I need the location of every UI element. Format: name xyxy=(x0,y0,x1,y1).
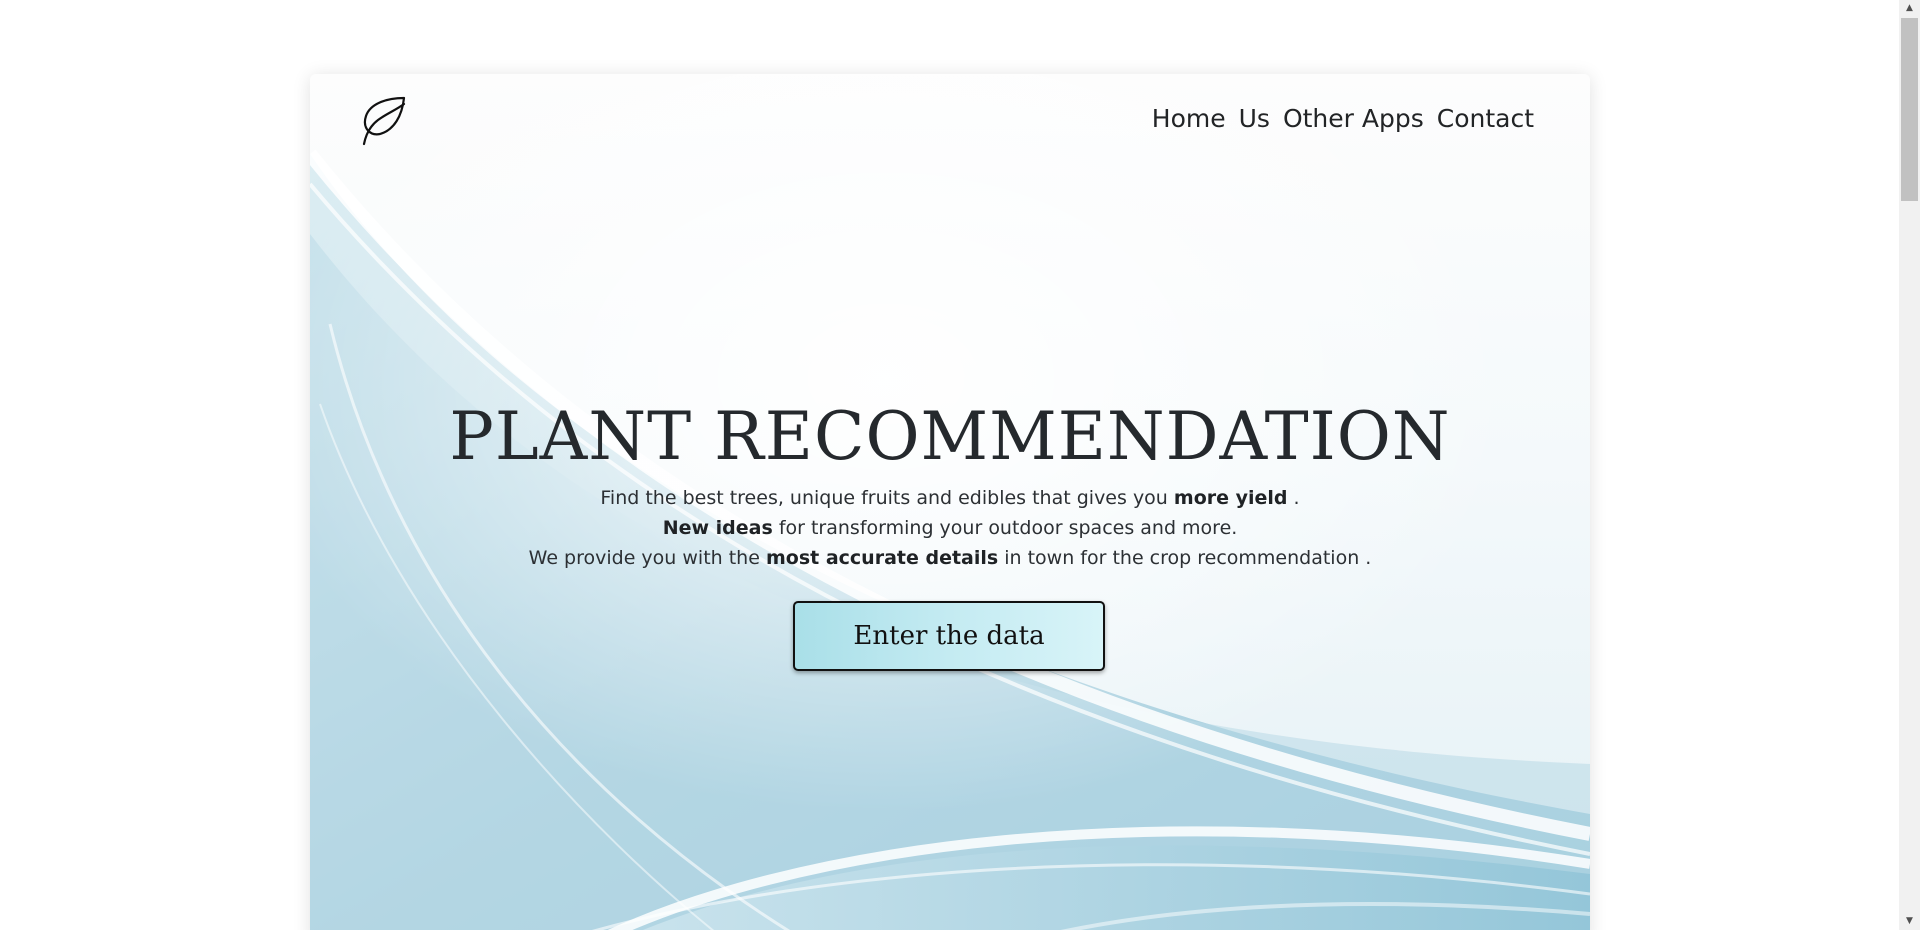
line3-text: We provide you with the xyxy=(528,547,766,569)
line3-emphasis: most accurate details xyxy=(765,547,999,569)
arrow-up-icon[interactable]: ▲ xyxy=(1899,0,1920,17)
page: Home Us Other Apps Contact PLANT RECOMME… xyxy=(0,0,1920,930)
enter-data-button[interactable]: Enter the data xyxy=(793,601,1105,671)
hero-card: Home Us Other Apps Contact PLANT RECOMME… xyxy=(310,74,1590,930)
description-line-3: We provide you with the most accurate de… xyxy=(310,543,1590,573)
hero-description: Find the best trees, unique fruits and e… xyxy=(310,483,1590,573)
page-scrollbar[interactable]: ▲ ▼ xyxy=(1899,0,1920,930)
description-line-2: New ideas for transforming your outdoor … xyxy=(310,513,1590,543)
nav-other-apps-link[interactable]: Other Apps xyxy=(1283,104,1424,133)
main-nav: Home Us Other Apps Contact xyxy=(1152,104,1534,133)
nav-us-link[interactable]: Us xyxy=(1239,104,1270,133)
line2-emphasis: New ideas xyxy=(662,517,773,539)
line2-text: for transforming your outdoor spaces and… xyxy=(772,517,1238,539)
description-line-1: Find the best trees, unique fruits and e… xyxy=(310,483,1590,513)
nav-contact-link[interactable]: Contact xyxy=(1437,104,1534,133)
arrow-down-icon[interactable]: ▼ xyxy=(1899,913,1920,930)
line3-end: in town for the crop recommendation . xyxy=(998,547,1372,569)
line1-end: . xyxy=(1287,487,1300,509)
page-title: PLANT RECOMMENDATION xyxy=(449,398,1451,475)
scrollbar-thumb[interactable] xyxy=(1901,18,1918,201)
nav-home-link[interactable]: Home xyxy=(1152,104,1226,133)
leaf-icon[interactable] xyxy=(356,94,412,150)
line1-text: Find the best trees, unique fruits and e… xyxy=(600,487,1174,509)
line1-emphasis: more yield xyxy=(1173,487,1288,509)
